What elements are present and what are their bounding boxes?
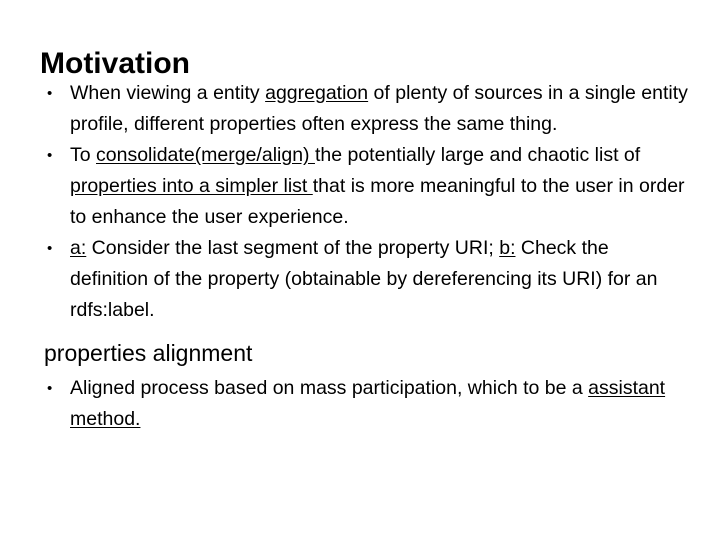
slide-body: When viewing a entity aggregation of ple… bbox=[40, 78, 688, 435]
text-run: the potentially large and chaotic list o… bbox=[314, 144, 641, 166]
text-run: When viewing a entity bbox=[70, 82, 266, 104]
slide-canvas: Motivation When viewing a entity aggrega… bbox=[0, 0, 720, 540]
list-item: To consolidate(merge/align) the potentia… bbox=[40, 140, 688, 233]
main-bullet-list: When viewing a entity aggregation of ple… bbox=[40, 78, 688, 326]
text-run: Consider the last segment of the propert… bbox=[86, 237, 500, 259]
emphasized-text-run: properties into a simpler list bbox=[70, 175, 313, 197]
text-run: To bbox=[70, 144, 97, 166]
list-item: Aligned process based on mass participat… bbox=[40, 373, 688, 435]
text-run: Aligned process based on mass participat… bbox=[70, 377, 589, 399]
emphasized-text-run: a: bbox=[70, 237, 87, 259]
list-item: When viewing a entity aggregation of ple… bbox=[40, 78, 688, 140]
emphasized-text-run: consolidate(merge/align) bbox=[96, 144, 315, 166]
emphasized-text-run: aggregation bbox=[265, 82, 369, 104]
emphasized-text-run: b: bbox=[499, 237, 516, 259]
sub-bullet-list: Aligned process based on mass participat… bbox=[40, 373, 688, 435]
list-item: a: Consider the last segment of the prop… bbox=[40, 233, 688, 326]
section-subheading: properties alignment bbox=[44, 340, 253, 366]
